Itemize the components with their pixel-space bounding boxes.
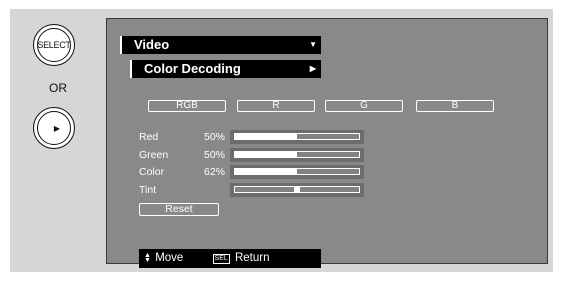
tint-slider[interactable]	[230, 183, 364, 197]
green-value: 50%	[203, 149, 225, 161]
color-decoding-menu[interactable]: Color Decoding ▶	[130, 60, 321, 78]
or-label: OR	[49, 81, 67, 95]
remote-controls: SELECT OR ▶	[10, 9, 106, 272]
return-hint: Return	[234, 252, 270, 264]
right-arrow-icon: ▶	[53, 123, 61, 133]
select-button-label: SELECT	[37, 40, 71, 50]
video-menu-label: Video	[134, 37, 170, 52]
color-slider[interactable]	[230, 165, 364, 179]
green-label: Green	[139, 149, 169, 161]
dropdown-arrow-icon: ▼	[309, 40, 317, 49]
select-button[interactable]: SELECT	[33, 24, 75, 66]
channel-r[interactable]: R	[237, 100, 315, 112]
green-slider[interactable]	[230, 148, 364, 162]
menu-marker	[120, 36, 122, 54]
color-slider-fill	[235, 169, 297, 174]
sel-key-icon: SEL	[212, 254, 230, 264]
color-value: 62%	[203, 166, 225, 178]
tint-slider-knob	[294, 187, 300, 192]
osd-screen: Video ▼ Color Decoding ▶ RGB R G B Red 5…	[106, 18, 548, 268]
tint-label: Tint	[139, 184, 157, 196]
color-decoding-label: Color Decoding	[144, 61, 241, 76]
red-slider-fill	[235, 134, 297, 139]
channel-b[interactable]: B	[416, 100, 494, 112]
channel-rgb[interactable]: RGB	[148, 100, 226, 112]
move-hint: Move	[155, 252, 184, 264]
menu-marker	[130, 60, 132, 78]
red-slider[interactable]	[230, 130, 364, 144]
red-label: Red	[139, 131, 159, 143]
channel-g[interactable]: G	[325, 100, 403, 112]
submenu-arrow-icon: ▶	[309, 64, 316, 73]
video-menu[interactable]: Video ▼	[120, 36, 321, 54]
right-arrow-button[interactable]: ▶	[33, 107, 75, 149]
help-bar: ▲ ▼ Move SEL Return	[139, 249, 321, 268]
green-slider-fill	[235, 152, 297, 157]
color-label: Color	[139, 166, 165, 178]
reset-button[interactable]: Reset	[139, 203, 219, 216]
red-value: 50%	[203, 131, 225, 143]
instruction-panel: SELECT OR ▶ Video ▼ Color Decoding ▶ RGB…	[10, 9, 553, 272]
up-down-arrow-icon: ▲ ▼	[144, 251, 151, 264]
